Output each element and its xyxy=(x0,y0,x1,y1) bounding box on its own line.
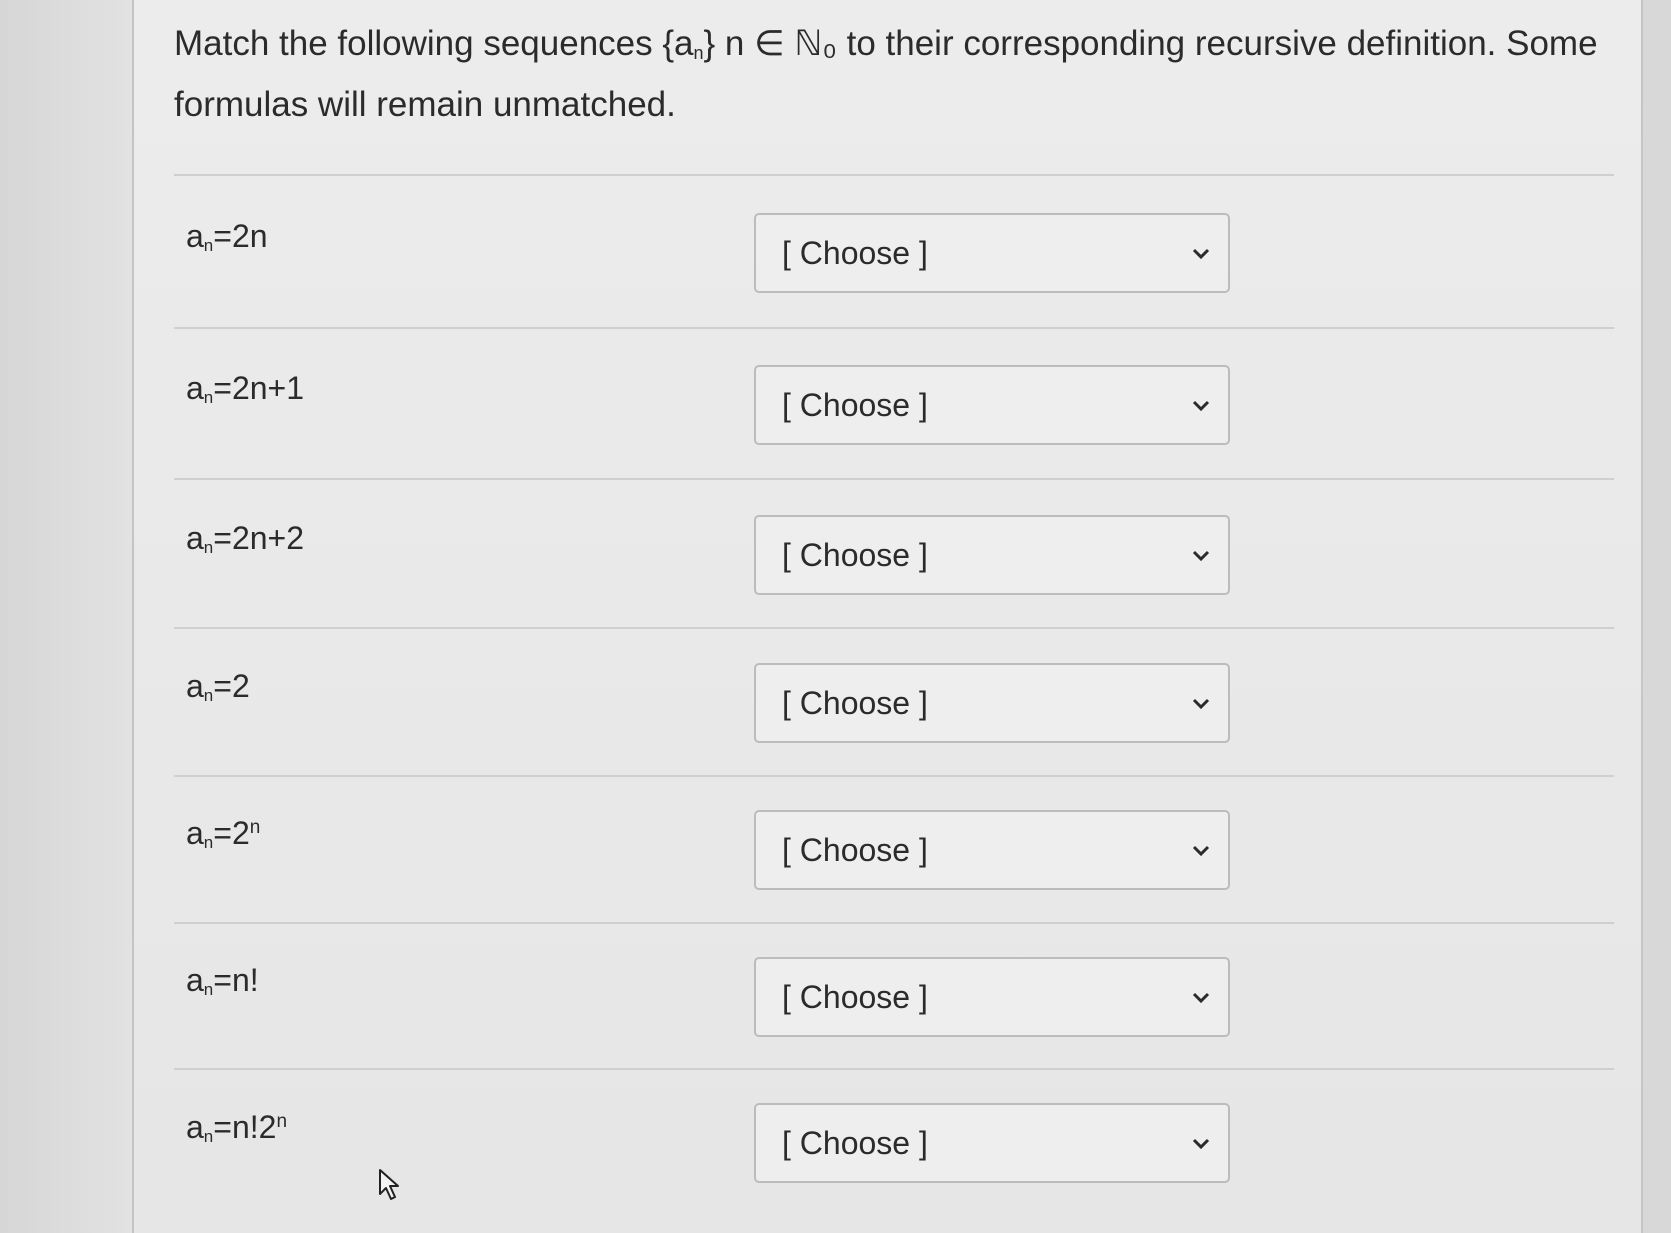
select-value: [ Choose ] xyxy=(782,832,928,868)
chevron-down-icon xyxy=(1192,248,1210,260)
question-subscript: n xyxy=(693,43,704,63)
divider xyxy=(174,1068,1614,1070)
chevron-down-icon xyxy=(1192,550,1210,562)
left-gutter xyxy=(0,0,134,1233)
select-value: [ Choose ] xyxy=(782,235,928,271)
question-prefix: Match the following sequences {a xyxy=(174,24,694,63)
formula-row-1: an=2n xyxy=(186,218,268,255)
divider xyxy=(174,627,1614,629)
answer-select-2[interactable]: [ Choose ] xyxy=(754,365,1230,445)
chevron-down-icon xyxy=(1192,400,1210,412)
select-value: [ Choose ] xyxy=(782,1125,928,1161)
select-value: [ Choose ] xyxy=(782,979,928,1015)
divider xyxy=(174,327,1614,329)
formula-row-6: an=n! xyxy=(186,962,259,999)
right-scroll-gutter[interactable] xyxy=(1641,0,1671,1233)
question-prompt: Match the following sequences {an} n ∈ ℕ… xyxy=(174,18,1614,131)
answer-select-4[interactable]: [ Choose ] xyxy=(754,663,1230,743)
divider xyxy=(174,174,1614,176)
answer-select-7[interactable]: [ Choose ] xyxy=(754,1103,1230,1183)
quiz-question-panel: Match the following sequences {an} n ∈ ℕ… xyxy=(134,0,1641,1233)
formula-row-5: an=2n xyxy=(186,815,261,852)
chevron-down-icon xyxy=(1192,698,1210,710)
divider xyxy=(174,478,1614,480)
formula-row-4: an=2 xyxy=(186,668,250,705)
select-value: [ Choose ] xyxy=(782,537,928,573)
select-value: [ Choose ] xyxy=(782,685,928,721)
select-value: [ Choose ] xyxy=(782,387,928,423)
formula-row-7: an=n!2n xyxy=(186,1109,288,1146)
formula-row-2: an=2n+1 xyxy=(186,370,305,407)
mouse-pointer-icon xyxy=(379,1169,399,1200)
divider xyxy=(174,922,1614,924)
chevron-down-icon xyxy=(1192,845,1210,857)
chevron-down-icon xyxy=(1192,992,1210,1004)
answer-select-3[interactable]: [ Choose ] xyxy=(754,515,1230,595)
answer-select-6[interactable]: [ Choose ] xyxy=(754,957,1230,1037)
answer-select-1[interactable]: [ Choose ] xyxy=(754,213,1230,293)
answer-select-5[interactable]: [ Choose ] xyxy=(754,810,1230,890)
divider xyxy=(174,775,1614,777)
chevron-down-icon xyxy=(1192,1138,1210,1150)
formula-row-3: an=2n+2 xyxy=(186,520,305,557)
